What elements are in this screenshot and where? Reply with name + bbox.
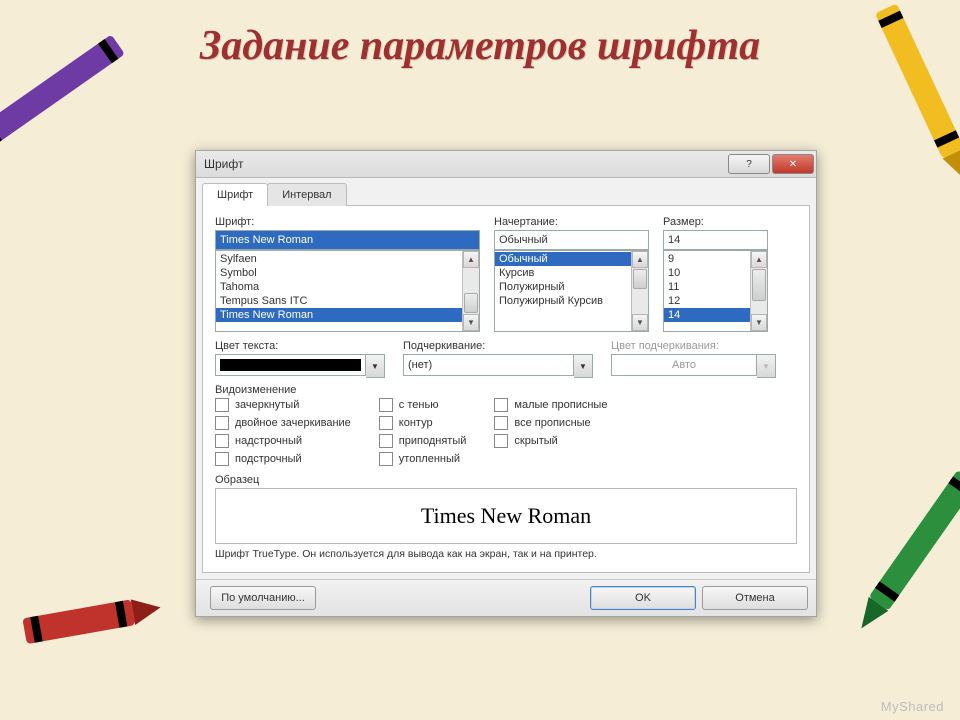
font-dialog: Шрифт ? ✕ Шрифт Интервал Шрифт: Times Ne…	[195, 150, 817, 617]
checkbox-icon	[379, 434, 393, 448]
label-style: Начертание:	[494, 216, 649, 228]
label-underline-color: Цвет подчеркивания:	[611, 340, 776, 352]
scroll-down-icon[interactable]: ▼	[751, 314, 767, 331]
dialog-footer: По умолчанию... OK Отмена	[196, 579, 816, 616]
label-underline: Подчеркивание:	[403, 340, 593, 352]
scroll-down-icon[interactable]: ▼	[463, 314, 479, 331]
check-subscript[interactable]: подстрочный	[215, 452, 351, 466]
scroll-up-icon[interactable]: ▲	[463, 251, 479, 268]
scroll-thumb[interactable]	[464, 293, 478, 313]
size-scrollbar[interactable]: ▲ ▼	[750, 251, 767, 331]
label-color: Цвет текста:	[215, 340, 385, 352]
check-emboss[interactable]: приподнятый	[379, 434, 467, 448]
check-double-strike[interactable]: двойное зачеркивание	[215, 416, 351, 430]
check-shadow[interactable]: с тенью	[379, 398, 467, 412]
text-color-dropdown[interactable]	[215, 354, 366, 376]
default-button[interactable]: По умолчанию...	[210, 586, 316, 610]
scroll-up-icon[interactable]: ▲	[751, 251, 767, 268]
size-input[interactable]: 14	[663, 230, 768, 250]
chevron-down-icon[interactable]: ▼	[366, 354, 385, 378]
style-scrollbar[interactable]: ▲ ▼	[631, 251, 648, 331]
tab-interval[interactable]: Интервал	[267, 183, 346, 206]
checkbox-icon	[379, 452, 393, 466]
style-listbox[interactable]: Обычный Курсив Полужирный Полужирный Кур…	[494, 250, 649, 332]
titlebar[interactable]: Шрифт ? ✕	[196, 151, 816, 178]
chevron-down-icon[interactable]: ▼	[574, 354, 593, 378]
check-all-caps[interactable]: все прописные	[494, 416, 607, 430]
list-item[interactable]: Курсив	[495, 266, 648, 280]
style-input[interactable]: Обычный	[494, 230, 649, 250]
check-engrave[interactable]: утопленный	[379, 452, 467, 466]
scroll-thumb[interactable]	[752, 269, 766, 301]
font-scrollbar[interactable]: ▲ ▼	[462, 251, 479, 331]
check-small-caps[interactable]: малые прописные	[494, 398, 607, 412]
label-sample: Образец	[215, 474, 797, 486]
list-item[interactable]: Обычный	[495, 252, 648, 266]
checkbox-icon	[494, 416, 508, 430]
close-button[interactable]: ✕	[772, 154, 814, 174]
tabs: Шрифт Интервал	[196, 178, 816, 205]
checkbox-icon	[215, 452, 229, 466]
check-superscript[interactable]: надстрочный	[215, 434, 351, 448]
help-icon: ?	[746, 159, 752, 170]
help-button[interactable]: ?	[728, 154, 770, 174]
chevron-down-icon: ▼	[757, 354, 776, 378]
close-icon: ✕	[789, 159, 797, 170]
watermark: MyShared	[881, 699, 944, 714]
scroll-thumb[interactable]	[633, 269, 647, 289]
checkbox-icon	[494, 434, 508, 448]
scroll-up-icon[interactable]: ▲	[632, 251, 648, 268]
size-listbox[interactable]: 9 10 11 12 14 ▲ ▼	[663, 250, 768, 332]
checkbox-icon	[494, 398, 508, 412]
sample-text: Times New Roman	[421, 503, 591, 529]
font-name-input[interactable]: Times New Roman	[215, 230, 480, 250]
effects-column-1: зачеркнутый двойное зачеркивание надстро…	[215, 398, 351, 466]
check-hidden[interactable]: скрытый	[494, 434, 607, 448]
checkbox-icon	[379, 398, 393, 412]
checkbox-icon	[215, 434, 229, 448]
tab-panel: Шрифт: Times New Roman Sylfaen Symbol Ta…	[202, 205, 810, 573]
check-strikethrough[interactable]: зачеркнутый	[215, 398, 351, 412]
list-item[interactable]: Tempus Sans ITC	[216, 294, 479, 308]
font-listbox[interactable]: Sylfaen Symbol Tahoma Tempus Sans ITC Ti…	[215, 250, 480, 332]
effects-column-3: малые прописные все прописные скрытый	[494, 398, 607, 466]
list-item[interactable]: Symbol	[216, 266, 479, 280]
sample-preview: Times New Roman	[215, 488, 797, 544]
list-item[interactable]: Tahoma	[216, 280, 479, 294]
checkbox-icon	[215, 416, 229, 430]
underline-color-dropdown: Авто	[611, 354, 757, 376]
list-item[interactable]: Полужирный Курсив	[495, 294, 648, 308]
list-item[interactable]: Sylfaen	[216, 252, 479, 266]
label-size: Размер:	[663, 216, 768, 228]
scroll-down-icon[interactable]: ▼	[632, 314, 648, 331]
text-color-swatch	[220, 359, 361, 371]
label-font: Шрифт:	[215, 216, 480, 228]
check-outline[interactable]: контур	[379, 416, 467, 430]
checkbox-icon	[379, 416, 393, 430]
underline-style-dropdown[interactable]: (нет)	[403, 354, 574, 376]
ok-button[interactable]: OK	[590, 586, 696, 610]
cancel-button[interactable]: Отмена	[702, 586, 808, 610]
crayon-deco-4	[813, 437, 960, 664]
crayon-deco-2	[831, 0, 960, 213]
effects-column-2: с тенью контур приподнятый утопленный	[379, 398, 467, 466]
crayon-deco-3	[3, 540, 175, 704]
list-item[interactable]: Times New Roman	[216, 308, 479, 322]
list-item[interactable]: Полужирный	[495, 280, 648, 294]
font-hint: Шрифт TrueType. Он используется для выво…	[215, 548, 797, 560]
checkbox-icon	[215, 398, 229, 412]
dialog-title: Шрифт	[204, 157, 726, 171]
tab-font[interactable]: Шрифт	[202, 183, 268, 206]
label-effects: Видоизменение	[215, 384, 797, 396]
